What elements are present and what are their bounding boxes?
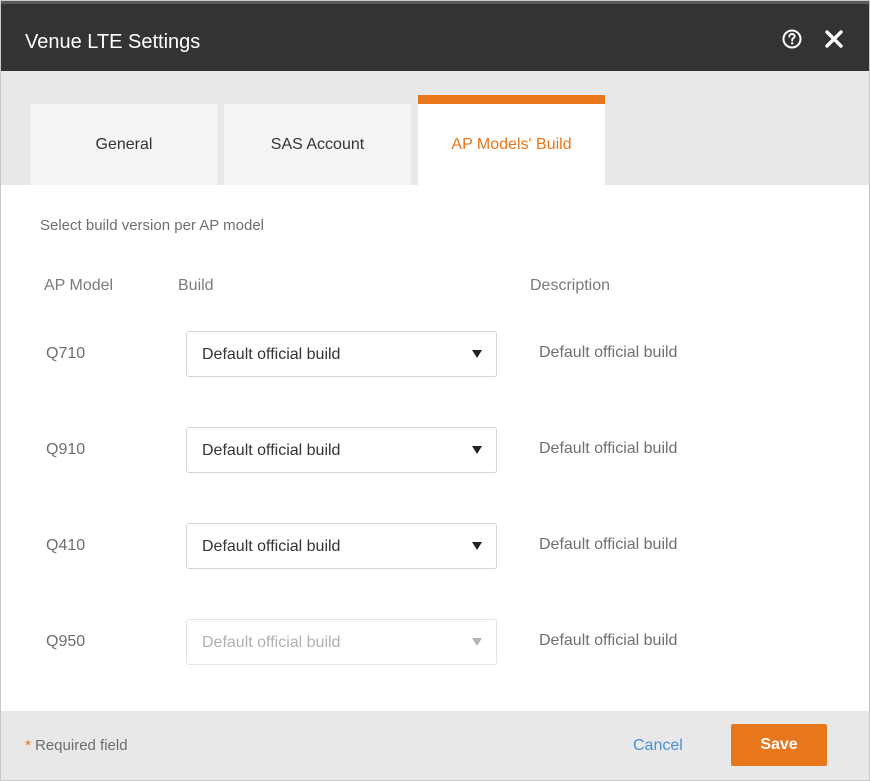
build-description: Default official build <box>539 536 678 553</box>
caret-down-icon <box>472 638 482 646</box>
venue-lte-settings-dialog: Venue LTE Settings General SAS Account A… <box>0 0 870 781</box>
build-description: Default official build <box>539 440 678 457</box>
build-description: Default official build <box>539 632 678 649</box>
caret-down-icon <box>472 542 482 550</box>
build-select-q410[interactable]: Default official build <box>186 523 497 569</box>
caret-down-icon <box>472 446 482 454</box>
build-select-value: Default official build <box>202 634 341 651</box>
tab-general[interactable]: General <box>31 104 217 185</box>
ap-model-label: Q710 <box>46 345 86 362</box>
required-field-label: Required field <box>30 737 128 754</box>
tab-content: Select build version per AP model AP Mod… <box>1 185 869 711</box>
cancel-button[interactable]: Cancel <box>633 737 683 755</box>
column-header-build: Build <box>178 277 214 294</box>
close-icon[interactable] <box>823 28 845 50</box>
build-description: Default official build <box>539 344 678 361</box>
column-header-description: Description <box>530 277 611 294</box>
build-select-q910[interactable]: Default official build <box>186 427 497 473</box>
dialog-title: Venue LTE Settings <box>25 31 201 53</box>
tab-bar: General SAS Account AP Models' Build <box>1 71 869 185</box>
column-header-ap-model: AP Model <box>44 277 114 294</box>
dialog-footer: * Required field Cancel Save <box>1 711 869 780</box>
build-select-value: Default official build <box>202 538 341 555</box>
tab-ap-models-build[interactable]: AP Models' Build <box>418 95 605 185</box>
save-button[interactable]: Save <box>731 724 827 766</box>
ap-model-label: Q410 <box>46 537 86 554</box>
ap-model-label: Q910 <box>46 441 86 458</box>
help-circle-icon[interactable] <box>781 28 803 50</box>
caret-down-icon <box>472 350 482 358</box>
build-select-q950: Default official build <box>186 619 497 665</box>
instruction-text: Select build version per AP model <box>40 217 265 234</box>
build-select-q710[interactable]: Default official build <box>186 331 497 377</box>
ap-model-label: Q950 <box>46 633 86 650</box>
build-select-value: Default official build <box>202 346 341 363</box>
required-field-note: * Required field <box>25 737 128 754</box>
build-select-value: Default official build <box>202 442 341 459</box>
dialog-header: Venue LTE Settings <box>1 1 869 71</box>
tab-sas-account[interactable]: SAS Account <box>224 104 411 185</box>
